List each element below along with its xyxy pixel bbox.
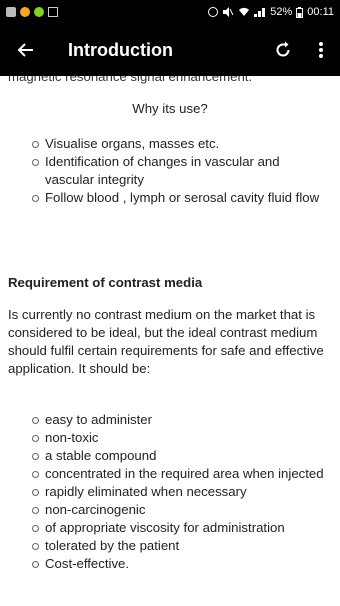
list-item: a stable compound: [32, 447, 337, 465]
page-title: Introduction: [68, 39, 173, 60]
clock: 00:11: [307, 6, 334, 18]
notification-icons: [6, 7, 58, 17]
list-item: easy to administer: [32, 411, 337, 429]
list-item: Visualise organs, masses etc.: [32, 135, 332, 153]
app-bar: Introduction: [0, 24, 340, 76]
battery-percent: 52%: [270, 6, 293, 18]
uses-list: Visualise organs, masses etc. Identifica…: [32, 135, 332, 207]
list-item: non-toxic: [32, 429, 337, 447]
signal-icon: [254, 8, 266, 17]
alarm-icon: [208, 7, 219, 17]
requirements-list: easy to administer non-toxic a stable co…: [32, 411, 337, 573]
paragraph: Is currently no contrast medium on the m…: [8, 307, 324, 376]
wifi-icon: [239, 7, 250, 17]
mail-icon: [48, 7, 58, 17]
image-icon: [6, 7, 16, 17]
more-options-button[interactable]: [302, 24, 340, 76]
system-icons: 52% 00:11: [208, 6, 334, 18]
app-notification-icon: [20, 7, 30, 17]
back-button[interactable]: [0, 24, 52, 76]
battery-icon: [296, 6, 304, 18]
list-item: Cost-effective.: [32, 555, 337, 573]
mute-icon: [223, 7, 234, 17]
refresh-button[interactable]: [264, 24, 302, 76]
section-subtitle: Why its use?: [132, 101, 208, 116]
section-heading: Requirement of contrast media: [8, 275, 203, 290]
list-item: tolerated by the patient: [32, 537, 337, 555]
content-scroll-area[interactable]: magnetic resonance signal enhancement. W…: [0, 76, 340, 606]
back-arrow-icon: [17, 43, 33, 57]
refresh-icon: [276, 41, 290, 57]
list-item: rapidly eliminated when necessary: [32, 483, 337, 501]
list-item: concentrated in the required area when i…: [32, 465, 337, 483]
partial-text-line: magnetic resonance signal enhancement.: [8, 76, 253, 84]
list-item: Follow blood , lymph or serosal cavity f…: [32, 189, 332, 207]
status-bar: 52% 00:11: [0, 0, 340, 24]
list-item: non-carcinogenic: [32, 501, 337, 519]
more-vert-icon: [319, 42, 323, 58]
list-item: Identification of changes in vascular an…: [32, 153, 332, 189]
app-notification-icon-2: [34, 7, 44, 17]
list-item: of appropriate viscosity for administrat…: [32, 519, 337, 537]
